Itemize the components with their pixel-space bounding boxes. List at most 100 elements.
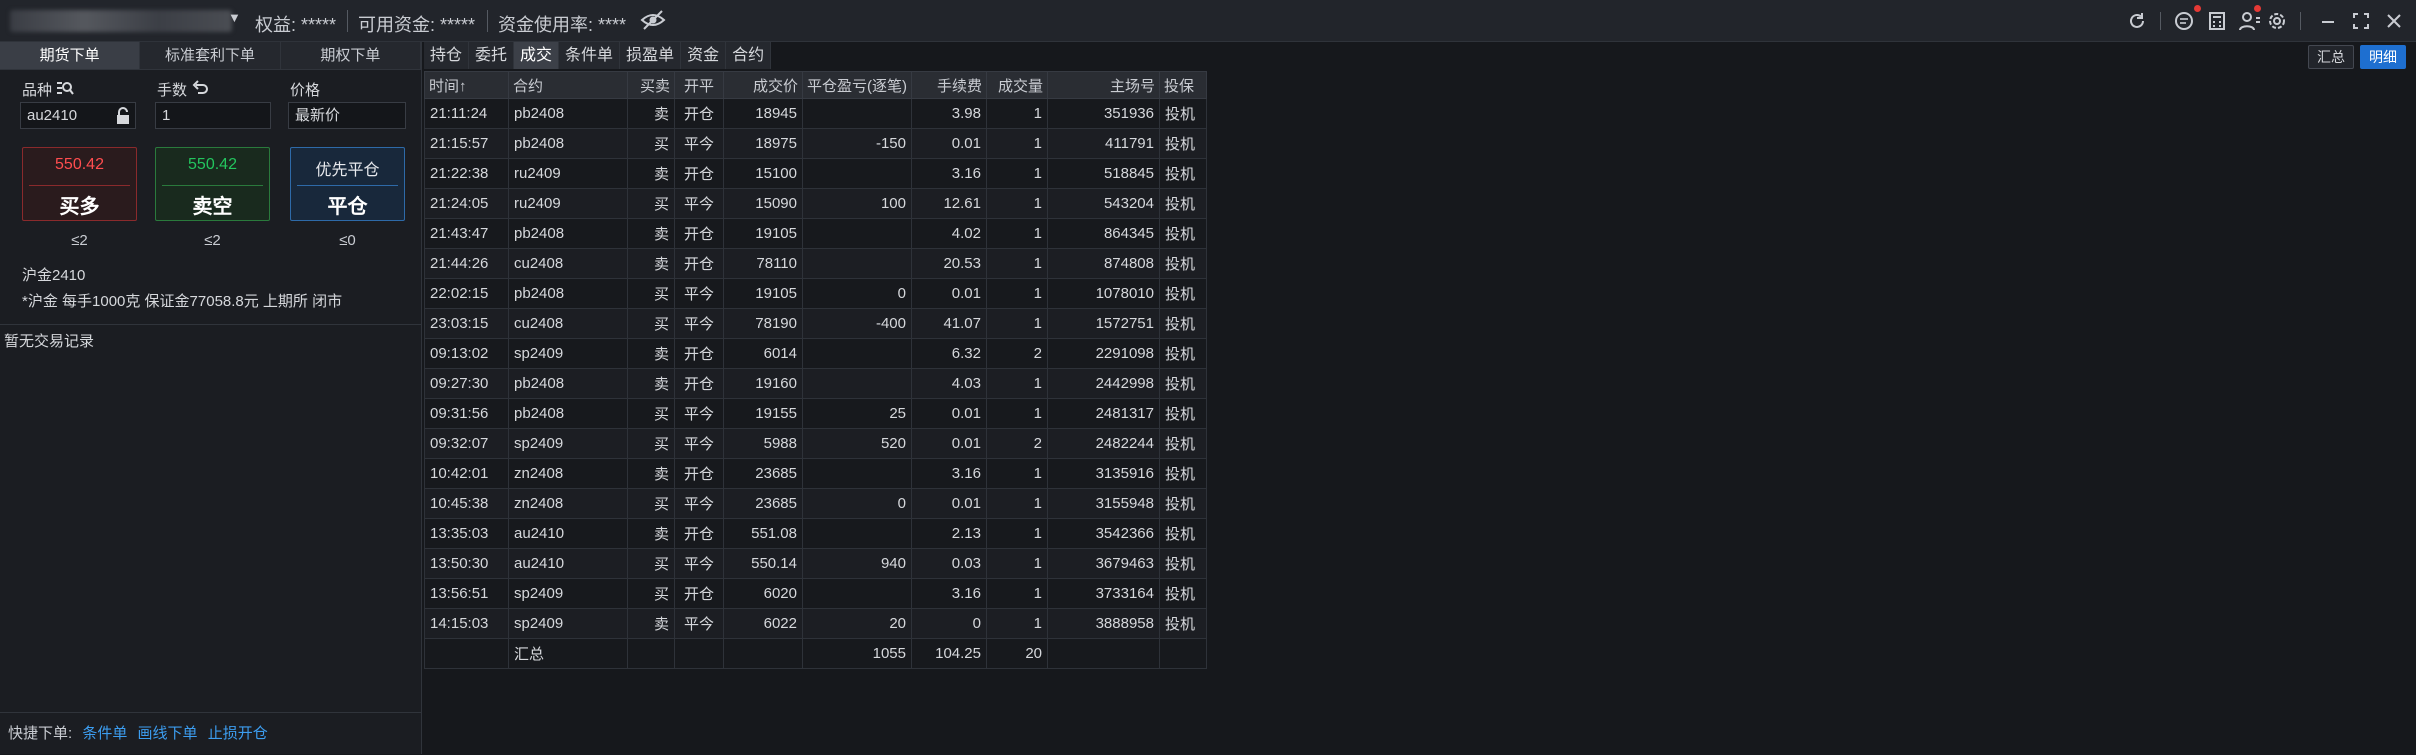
order-tabs: 期货下单 标准套利下单 期权下单: [0, 42, 421, 70]
divider: [29, 185, 130, 186]
cell-volume: 1: [986, 128, 1048, 159]
cell-volume: 1: [986, 608, 1048, 639]
cell-hedge: 投机: [1159, 518, 1207, 549]
table-row[interactable]: 13:50:30 au2410 买平今 550.14 940 0.03 1 3679463 投机: [424, 548, 1207, 579]
stop-loss-open-link[interactable]: 止损开仓: [208, 725, 268, 742]
chevron-down-icon[interactable]: ▼: [228, 10, 241, 25]
table-row[interactable]: 21:44:26 cu2408 卖开仓 78110 20.53 1 874808 投机: [424, 248, 1207, 279]
col-time[interactable]: 时间↑: [424, 71, 509, 99]
cell-price: 19155: [723, 398, 803, 429]
cell-contract: cu2408: [508, 248, 628, 279]
undo-icon[interactable]: [192, 79, 208, 99]
table-row[interactable]: 09:13:02 sp2409 卖开仓 6014 6.32 2 2291098 投机: [424, 338, 1207, 369]
usage-rate-label: 资金使用率: ****: [498, 15, 627, 35]
table-row[interactable]: 10:45:38 zn2408 买平今 23685 0 0.01 1 3155948 投机: [424, 488, 1207, 519]
cell-time: 10:45:38: [424, 488, 509, 519]
cell-time: 22:02:15: [424, 278, 509, 309]
cell-time: 21:22:38: [424, 158, 509, 189]
table-row[interactable]: 21:11:24 pb2408 卖开仓 18945 3.98 1 351936 投机: [424, 98, 1207, 129]
cell-price: 18945: [723, 98, 803, 129]
tab-trades[interactable]: 成交: [514, 42, 560, 69]
settings-icon[interactable]: [2266, 10, 2288, 32]
table-row[interactable]: 22:02:15 pb2408 买平今 19105 0 0.01 1 1078010 投机: [424, 278, 1207, 309]
col-match-id[interactable]: 主场号: [1047, 71, 1160, 99]
tab-arbitrage-order[interactable]: 标准套利下单: [140, 42, 281, 69]
tab-orders[interactable]: 委托: [469, 42, 515, 69]
cell-contract: pb2408: [508, 368, 628, 399]
col-volume[interactable]: 成交量: [986, 71, 1048, 99]
table-row[interactable]: 21:43:47 pb2408 卖开仓 19105 4.02 1 864345 投机: [424, 218, 1207, 249]
cell-time: 13:35:03: [424, 518, 509, 549]
close-position-button[interactable]: 优先平仓 平仓: [290, 147, 405, 221]
col-fee[interactable]: 手续费: [911, 71, 987, 99]
close-icon[interactable]: [2383, 10, 2405, 32]
tab-funds[interactable]: 资金: [681, 42, 727, 69]
cell-open-close: 平今: [674, 428, 724, 459]
tab-stop-profit-loss[interactable]: 损盈单: [620, 42, 682, 69]
col-side[interactable]: 买卖: [627, 71, 675, 99]
cell-hedge: 投机: [1159, 218, 1207, 249]
col-contract[interactable]: 合约: [508, 71, 628, 99]
table-row[interactable]: 21:22:38 ru2409 卖开仓 15100 3.16 1 518845 投机: [424, 158, 1207, 189]
user-alert-icon[interactable]: [2239, 10, 2261, 32]
cell-time: 09:32:07: [424, 428, 509, 459]
maximize-icon[interactable]: [2350, 10, 2372, 32]
cell-contract: au2410: [508, 548, 628, 579]
divider: [0, 324, 421, 325]
detail-button[interactable]: 明细: [2360, 45, 2406, 69]
sell-short-button[interactable]: 550.42 卖空: [155, 147, 270, 221]
cell-side: 卖: [627, 608, 675, 639]
cell-fee: 4.02: [911, 218, 987, 249]
message-icon[interactable]: [2173, 10, 2195, 32]
tab-options-order[interactable]: 期权下单: [280, 42, 421, 69]
cell-volume: 1: [986, 548, 1048, 579]
calculator-icon[interactable]: [2206, 10, 2228, 32]
table-row[interactable]: 09:32:07 sp2409 买平今 5988 520 0.01 2 2482244 投机: [424, 428, 1207, 459]
eye-off-icon[interactable]: [640, 9, 666, 35]
col-price[interactable]: 成交价: [723, 71, 803, 99]
line-order-link[interactable]: 画线下单: [138, 725, 198, 742]
cell-contract: pb2408: [508, 398, 628, 429]
refresh-icon[interactable]: [2126, 10, 2148, 32]
cell-open-close: 开仓: [674, 578, 724, 609]
table-row[interactable]: 09:27:30 pb2408 卖开仓 19160 4.03 1 2442998 投机: [424, 368, 1207, 399]
table-row[interactable]: 14:15:03 sp2409 卖平今 6022 20 0 1 3888958 投机: [424, 608, 1207, 639]
cell-volume: 1: [986, 248, 1048, 279]
conditional-order-link[interactable]: 条件单: [82, 725, 127, 742]
table-row[interactable]: 21:24:05 ru2409 买平今 15090 100 12.61 1 543204 投机: [424, 188, 1207, 219]
cell-contract: pb2408: [508, 128, 628, 159]
col-open-close[interactable]: 开平: [674, 71, 724, 99]
account-selector[interactable]: [10, 10, 232, 32]
table-row[interactable]: 23:03:15 cu2408 买平今 78190 -400 41.07 1 1572751 投…: [424, 308, 1207, 339]
cell-side: 卖: [627, 338, 675, 369]
tab-conditional[interactable]: 条件单: [559, 42, 621, 69]
table-row[interactable]: 10:42:01 zn2408 卖开仓 23685 3.16 1 3135916 投机: [424, 458, 1207, 489]
cell-time: 21:15:57: [424, 128, 509, 159]
cell-contract: zn2408: [508, 488, 628, 519]
cell-hedge: 投机: [1159, 368, 1207, 399]
cell-hedge: 投机: [1159, 158, 1207, 189]
cell-fee: 6.32: [911, 338, 987, 369]
tab-futures-order[interactable]: 期货下单: [0, 42, 141, 69]
cell-price: 23685: [723, 488, 803, 519]
table-row[interactable]: 13:35:03 au2410 卖开仓 551.08 2.13 1 3542366 投机: [424, 518, 1207, 549]
cell-contract: cu2408: [508, 308, 628, 339]
tab-contracts[interactable]: 合约: [726, 42, 772, 69]
cell-contract: sp2409: [508, 428, 628, 459]
price-select[interactable]: 最新价: [288, 102, 406, 129]
table-row[interactable]: 09:31:56 pb2408 买平今 19155 25 0.01 1 2481317 投机: [424, 398, 1207, 429]
cell-price: 551.08: [723, 518, 803, 549]
col-pnl[interactable]: 平仓盈亏(逐笔): [802, 71, 912, 99]
table-row[interactable]: 21:15:57 pb2408 买平今 18975 -150 0.01 1 411791 投机: [424, 128, 1207, 159]
search-icon[interactable]: [56, 80, 74, 100]
summary-button[interactable]: 汇总: [2308, 45, 2354, 69]
minimize-icon[interactable]: [2317, 10, 2339, 32]
table-row[interactable]: 13:56:51 sp2409 买开仓 6020 3.16 1 3733164 投机: [424, 578, 1207, 609]
col-hedge[interactable]: 投保: [1159, 71, 1207, 99]
notification-dot: [2254, 5, 2261, 12]
tab-positions[interactable]: 持仓: [424, 42, 470, 69]
buy-long-button[interactable]: 550.42 买多: [22, 147, 137, 221]
lock-icon[interactable]: [115, 107, 131, 129]
quantity-input[interactable]: 1: [155, 102, 271, 129]
cell-pnl: [802, 338, 912, 369]
